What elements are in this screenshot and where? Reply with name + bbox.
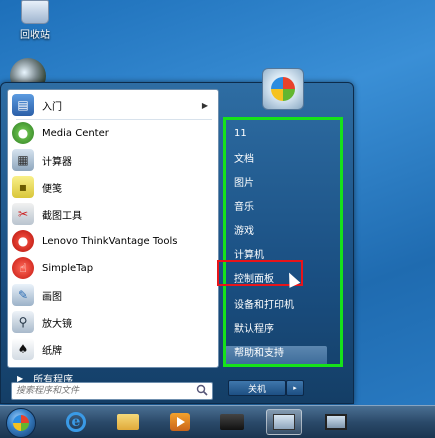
- shutdown-arrow-icon: ▸: [293, 384, 297, 392]
- link-label: 11: [234, 127, 247, 139]
- link-label: 音乐: [234, 201, 254, 213]
- taskbar-internet-explorer[interactable]: e: [58, 409, 94, 435]
- link-devices-printers[interactable]: 设备和打印机: [234, 294, 344, 312]
- menu-item-label: 便笺: [42, 183, 62, 195]
- menu-item-magnifier[interactable]: ⚲ 放大镜: [12, 311, 212, 333]
- link-pictures[interactable]: 图片: [234, 172, 344, 190]
- search-icon[interactable]: [196, 384, 208, 396]
- media-center-icon: ●: [12, 122, 34, 144]
- menu-item-label: 截图工具: [42, 210, 82, 222]
- link-label: 设备和打印机: [234, 299, 294, 311]
- getting-started-icon: ▤: [12, 94, 34, 116]
- menu-item-lenovo-tools[interactable]: ● Lenovo ThinkVantage Tools: [12, 230, 212, 252]
- magnifier-icon: ⚲: [12, 311, 34, 333]
- snipping-tool-icon: ✂: [12, 203, 34, 225]
- shutdown-label: 关机: [247, 384, 266, 395]
- menu-item-simpletap[interactable]: ☝ SimpleTap: [12, 257, 212, 279]
- app-icon: [220, 414, 244, 430]
- menu-item-solitaire[interactable]: ♠ 纸牌: [12, 338, 212, 360]
- shutdown-options-button[interactable]: ▸: [286, 380, 304, 396]
- lenovo-tools-icon: ●: [12, 230, 34, 252]
- taskbar-media-player[interactable]: [162, 409, 198, 435]
- internet-explorer-icon: e: [66, 412, 86, 432]
- menu-item-label: 放大镜: [42, 318, 72, 330]
- taskbar-display-app[interactable]: [318, 409, 354, 435]
- recycle-bin-desktop-icon[interactable]: 回收站: [10, 0, 60, 41]
- submenu-arrow-icon: ▶: [201, 100, 208, 110]
- link-label: 计算机: [234, 249, 264, 261]
- recycle-bin-label: 回收站: [20, 30, 50, 41]
- menu-item-label: 画图: [42, 291, 62, 303]
- link-games[interactable]: 游戏: [234, 220, 344, 238]
- start-menu: ▤ 入门 ▶ ● Media Center ▦ 计算器 ▪ 便笺 ✂ 截图工具 …: [0, 82, 354, 404]
- folder-icon: [117, 414, 139, 430]
- calculator-icon: ▦: [12, 149, 34, 171]
- link-label: 默认程序: [234, 323, 274, 335]
- menu-item-label: 入门: [42, 101, 62, 113]
- quick-links-pane: 11 文档 图片 音乐 游戏 计算机 控制面板 设备和打印机 默认程序 帮助和支…: [223, 117, 343, 367]
- windows-logo-icon: [271, 77, 295, 101]
- shutdown-button[interactable]: 关机: [228, 380, 286, 396]
- media-player-icon: [170, 413, 190, 431]
- program-list: ▤ 入门 ▶ ● Media Center ▦ 计算器 ▪ 便笺 ✂ 截图工具 …: [7, 89, 219, 368]
- menu-item-snipping-tool[interactable]: ✂ 截图工具: [12, 203, 212, 225]
- menu-item-label: SimpleTap: [42, 262, 94, 274]
- taskbar: e: [0, 405, 435, 438]
- menu-item-sticky-notes[interactable]: ▪ 便笺: [12, 176, 212, 198]
- taskbar-file-explorer[interactable]: [110, 409, 146, 435]
- link-music[interactable]: 音乐: [234, 196, 344, 214]
- windows-logo-icon: [13, 415, 29, 431]
- user-picture[interactable]: [262, 68, 304, 110]
- taskbar-network-app[interactable]: [266, 409, 302, 435]
- menu-item-getting-started[interactable]: ▤ 入门 ▶: [12, 94, 212, 116]
- menu-item-paint[interactable]: ✎ 画图: [12, 284, 212, 306]
- start-button[interactable]: [6, 408, 36, 438]
- link-label: 游戏: [234, 225, 254, 237]
- menu-item-label: Media Center: [42, 127, 109, 139]
- menu-item-calculator[interactable]: ▦ 计算器: [12, 149, 212, 171]
- menu-item-media-center[interactable]: ● Media Center: [12, 122, 212, 144]
- network-icon: [273, 414, 295, 430]
- link-label: 帮助和支持: [234, 347, 284, 359]
- link-help-support[interactable]: 帮助和支持: [234, 342, 344, 360]
- solitaire-icon: ♠: [12, 338, 34, 360]
- menu-item-label: Lenovo ThinkVantage Tools: [42, 235, 178, 247]
- paint-icon: ✎: [12, 284, 34, 306]
- monitor-icon: [325, 414, 347, 430]
- search-box[interactable]: [11, 382, 213, 400]
- link-default-programs[interactable]: 默认程序: [234, 318, 344, 336]
- simpletap-icon: ☝: [12, 257, 34, 279]
- link-documents[interactable]: 文档: [234, 148, 344, 166]
- divider: [16, 119, 212, 120]
- menu-item-label: 纸牌: [42, 345, 62, 357]
- link-label: 图片: [234, 177, 254, 189]
- link-user-folder[interactable]: 11: [234, 124, 344, 142]
- link-label: 文档: [234, 153, 254, 165]
- sticky-notes-icon: ▪: [12, 176, 34, 198]
- taskbar-app[interactable]: [214, 409, 250, 435]
- menu-item-label: 计算器: [42, 156, 72, 168]
- recycle-bin-icon: [21, 0, 49, 24]
- search-input[interactable]: [12, 384, 190, 398]
